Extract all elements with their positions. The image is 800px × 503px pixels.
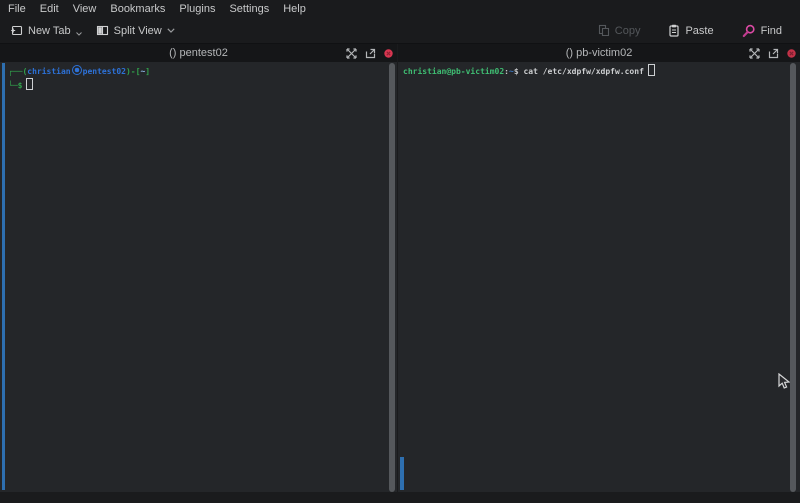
paste-icon xyxy=(668,24,680,37)
close-view-button[interactable] xyxy=(787,49,796,58)
new-output-indicator-left xyxy=(2,63,5,490)
prompt-mid: )-[ xyxy=(126,67,140,76)
toolbar-right-group: Copy Paste xyxy=(598,24,782,38)
pane-controls-pentest02 xyxy=(346,44,393,62)
copy-label: Copy xyxy=(615,25,641,37)
terminal-cursor-right xyxy=(648,64,655,76)
prompt-line-1: ┌──(christian㉿pentest02)-[~] xyxy=(8,65,397,78)
prompt-open: ┌──( xyxy=(8,67,27,76)
split-view-label: Split View xyxy=(114,25,162,37)
split-view-dropdown-caret xyxy=(167,28,175,33)
close-view-button[interactable] xyxy=(384,49,393,58)
new-tab-dropdown-caret xyxy=(76,32,82,36)
paste-label: Paste xyxy=(685,25,713,37)
new-tab-label: New Tab xyxy=(28,25,71,37)
new-tab-icon xyxy=(10,24,23,37)
pane-title-pentest02: () pentest02 xyxy=(0,44,397,62)
new-tab-button[interactable]: New Tab xyxy=(10,24,82,37)
split-view-container: () pentest02 xyxy=(0,44,800,492)
menu-item-plugins[interactable]: Plugins xyxy=(179,3,215,15)
terminal-screen-pb-victim02[interactable]: christian@pb-victim02:~$ cat /etc/xdpfw/… xyxy=(398,62,800,492)
terminal-cursor-left xyxy=(26,78,33,90)
command-line: christian@pb-victim02:~$ cat /etc/xdpfw/… xyxy=(403,64,800,78)
maximize-view-icon[interactable] xyxy=(749,48,760,59)
prompt-line-2: └─$ xyxy=(8,78,397,92)
menu-item-help[interactable]: Help xyxy=(283,3,306,15)
prompt-user: christian xyxy=(27,67,70,76)
copy-button[interactable]: Copy xyxy=(598,24,641,37)
prompt-host: pentest02 xyxy=(83,67,126,76)
menu-item-settings[interactable]: Settings xyxy=(229,3,269,15)
find-button[interactable]: Find xyxy=(742,24,782,38)
scrollbar-right-pane[interactable] xyxy=(790,63,796,492)
prompt-user-host: christian@pb-victim02 xyxy=(403,67,504,76)
new-output-indicator-right xyxy=(400,457,404,490)
menu-item-bookmarks[interactable]: Bookmarks xyxy=(110,3,165,15)
window-bottom-edge xyxy=(0,492,800,503)
prompt-close: ] xyxy=(145,67,150,76)
pane-controls-pb-victim02 xyxy=(749,44,796,62)
terminal-pane-pentest02: () pentest02 xyxy=(0,44,397,492)
mouse-cursor xyxy=(778,373,790,390)
terminal-pane-pb-victim02: () pb-victim02 xyxy=(398,44,800,492)
menu-bar: File Edit View Bookmarks Plugins Setting… xyxy=(0,0,800,18)
scrollbar-left-pane[interactable] xyxy=(389,63,395,492)
pane-header-pentest02: () pentest02 xyxy=(0,44,397,62)
split-view-icon xyxy=(96,24,109,37)
kali-at-symbol: ㉿ xyxy=(72,65,82,75)
find-icon xyxy=(742,24,756,38)
pane-header-pb-victim02: () pb-victim02 xyxy=(398,44,800,62)
maximize-view-icon[interactable] xyxy=(346,48,357,59)
typed-command: cat /etc/xdpfw/xdpfw.conf xyxy=(523,67,643,76)
paste-button[interactable]: Paste xyxy=(668,24,713,37)
menu-item-edit[interactable]: Edit xyxy=(40,3,59,15)
toolbar: New Tab Split View xyxy=(0,18,800,44)
detach-view-icon[interactable] xyxy=(768,48,779,59)
find-label: Find xyxy=(761,25,782,37)
copy-icon xyxy=(598,24,610,37)
menu-item-view[interactable]: View xyxy=(73,3,97,15)
konsole-window: File Edit View Bookmarks Plugins Setting… xyxy=(0,0,800,503)
pane-title-pb-victim02: () pb-victim02 xyxy=(398,44,800,62)
prompt-dollar: $ xyxy=(514,67,519,76)
prompt-dollar: └─$ xyxy=(8,81,22,90)
menu-item-file[interactable]: File xyxy=(8,3,26,15)
split-view-button[interactable]: Split View xyxy=(96,24,175,37)
terminal-screen-pentest02[interactable]: ┌──(christian㉿pentest02)-[~] └─$ xyxy=(0,62,397,492)
detach-view-icon[interactable] xyxy=(365,48,376,59)
